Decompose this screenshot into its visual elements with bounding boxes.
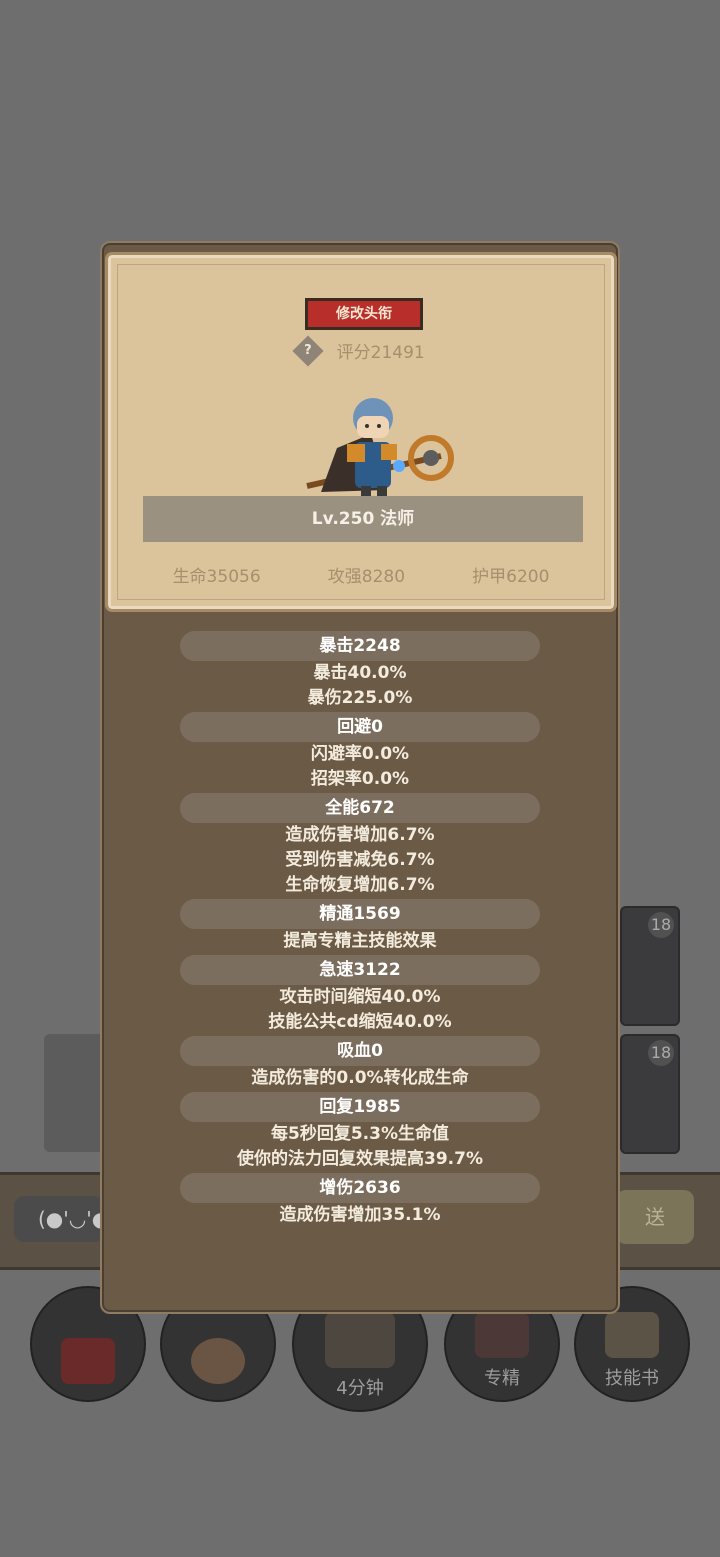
stat-group-damage-bonus: 增伤2636 造成伤害增加35.1%	[102, 1173, 618, 1228]
skillbook-icon	[605, 1312, 659, 1358]
stat-header: 回复1985	[180, 1092, 540, 1122]
stat-line: 使你的法力回复效果提高39.7%	[237, 1149, 483, 1169]
chest-timer: 4分钟	[336, 1378, 384, 1399]
stat-header: 增伤2636	[180, 1173, 540, 1203]
level-class-label: Lv.250 法师	[143, 496, 583, 542]
send-button[interactable]: 送	[616, 1190, 694, 1244]
skill-card[interactable]: 18	[620, 906, 680, 1026]
stat-group-regen: 回复1985 每5秒回复5.3%生命值 使你的法力回复效果提高39.7%	[102, 1092, 618, 1172]
stat-line: 技能公共cd缩短40.0%	[268, 1012, 452, 1032]
score-row: ? 评分21491	[111, 334, 611, 367]
skill-card[interactable]: 18	[620, 1034, 680, 1154]
stat-group-haste: 急速3122 攻击时间缩短40.0% 技能公共cd缩短40.0%	[102, 955, 618, 1035]
character-stats-modal: 修改头衔 ? 评分21491 Lv.250 法师 生命35056 攻强8280 …	[100, 241, 620, 1314]
stat-group-versatility: 全能672 造成伤害增加6.7% 受到伤害减免6.7% 生命恢复增加6.7%	[102, 793, 618, 898]
stat-header: 吸血0	[180, 1036, 540, 1066]
stat-line: 受到伤害减免6.7%	[285, 850, 435, 870]
stat-line: 招架率0.0%	[310, 769, 410, 789]
stat-line: 造成伤害的0.0%转化成生命	[251, 1068, 469, 1088]
attack-power-stat: 攻强8280	[327, 567, 406, 587]
hp-stat: 生命35056	[172, 567, 261, 587]
stat-line: 造成伤害增加6.7%	[285, 825, 435, 845]
bread-icon	[191, 1338, 245, 1384]
stat-line: 生命恢复增加6.7%	[285, 875, 435, 895]
stat-line: 提高专精主技能效果	[283, 931, 437, 951]
stat-line: 闪避率0.0%	[310, 744, 410, 764]
chest-icon	[325, 1312, 395, 1368]
character-header-card: 修改头衔 ? 评分21491 Lv.250 法师 生命35056 攻强8280 …	[105, 252, 617, 612]
stat-header: 急速3122	[180, 955, 540, 985]
stat-line: 造成伤害增加35.1%	[279, 1205, 441, 1225]
stat-line: 每5秒回复5.3%生命值	[271, 1124, 449, 1144]
stat-group-crit: 暴击2248 暴击40.0% 暴伤225.0%	[102, 631, 618, 711]
stat-header: 精通1569	[180, 899, 540, 929]
stat-header: 回避0	[180, 712, 540, 742]
character-avatar	[306, 398, 454, 504]
stat-details-list: 暴击2248 暴击40.0% 暴伤225.0% 回避0 闪避率0.0% 招架率0…	[102, 631, 618, 1229]
stat-line: 攻击时间缩短40.0%	[279, 987, 441, 1007]
button-label: 专精	[484, 1368, 520, 1389]
skill-level-badge: 18	[648, 1040, 674, 1066]
edit-title-button[interactable]: 修改头衔	[305, 298, 423, 330]
stat-group-dodge: 回避0 闪避率0.0% 招架率0.0%	[102, 712, 618, 792]
button-label: 技能书	[605, 1368, 659, 1389]
stat-line: 暴击40.0%	[313, 663, 407, 683]
basic-stats-row: 生命35056 攻强8280 护甲6200	[111, 562, 611, 587]
score-text: 评分21491	[336, 343, 425, 363]
skill-level-badge: 18	[648, 912, 674, 938]
stat-line: 暴伤225.0%	[307, 688, 413, 708]
stat-group-mastery: 精通1569 提高专精主技能效果	[102, 899, 618, 954]
chat-input[interactable]: (●'◡'●	[14, 1196, 109, 1242]
stat-header: 全能672	[180, 793, 540, 823]
stat-group-lifesteal: 吸血0 造成伤害的0.0%转化成生命	[102, 1036, 618, 1091]
help-icon[interactable]: ?	[292, 334, 324, 367]
potion-icon	[61, 1338, 115, 1384]
specialize-icon	[475, 1312, 529, 1358]
armor-stat: 护甲6200	[472, 567, 550, 587]
stat-header: 暴击2248	[180, 631, 540, 661]
